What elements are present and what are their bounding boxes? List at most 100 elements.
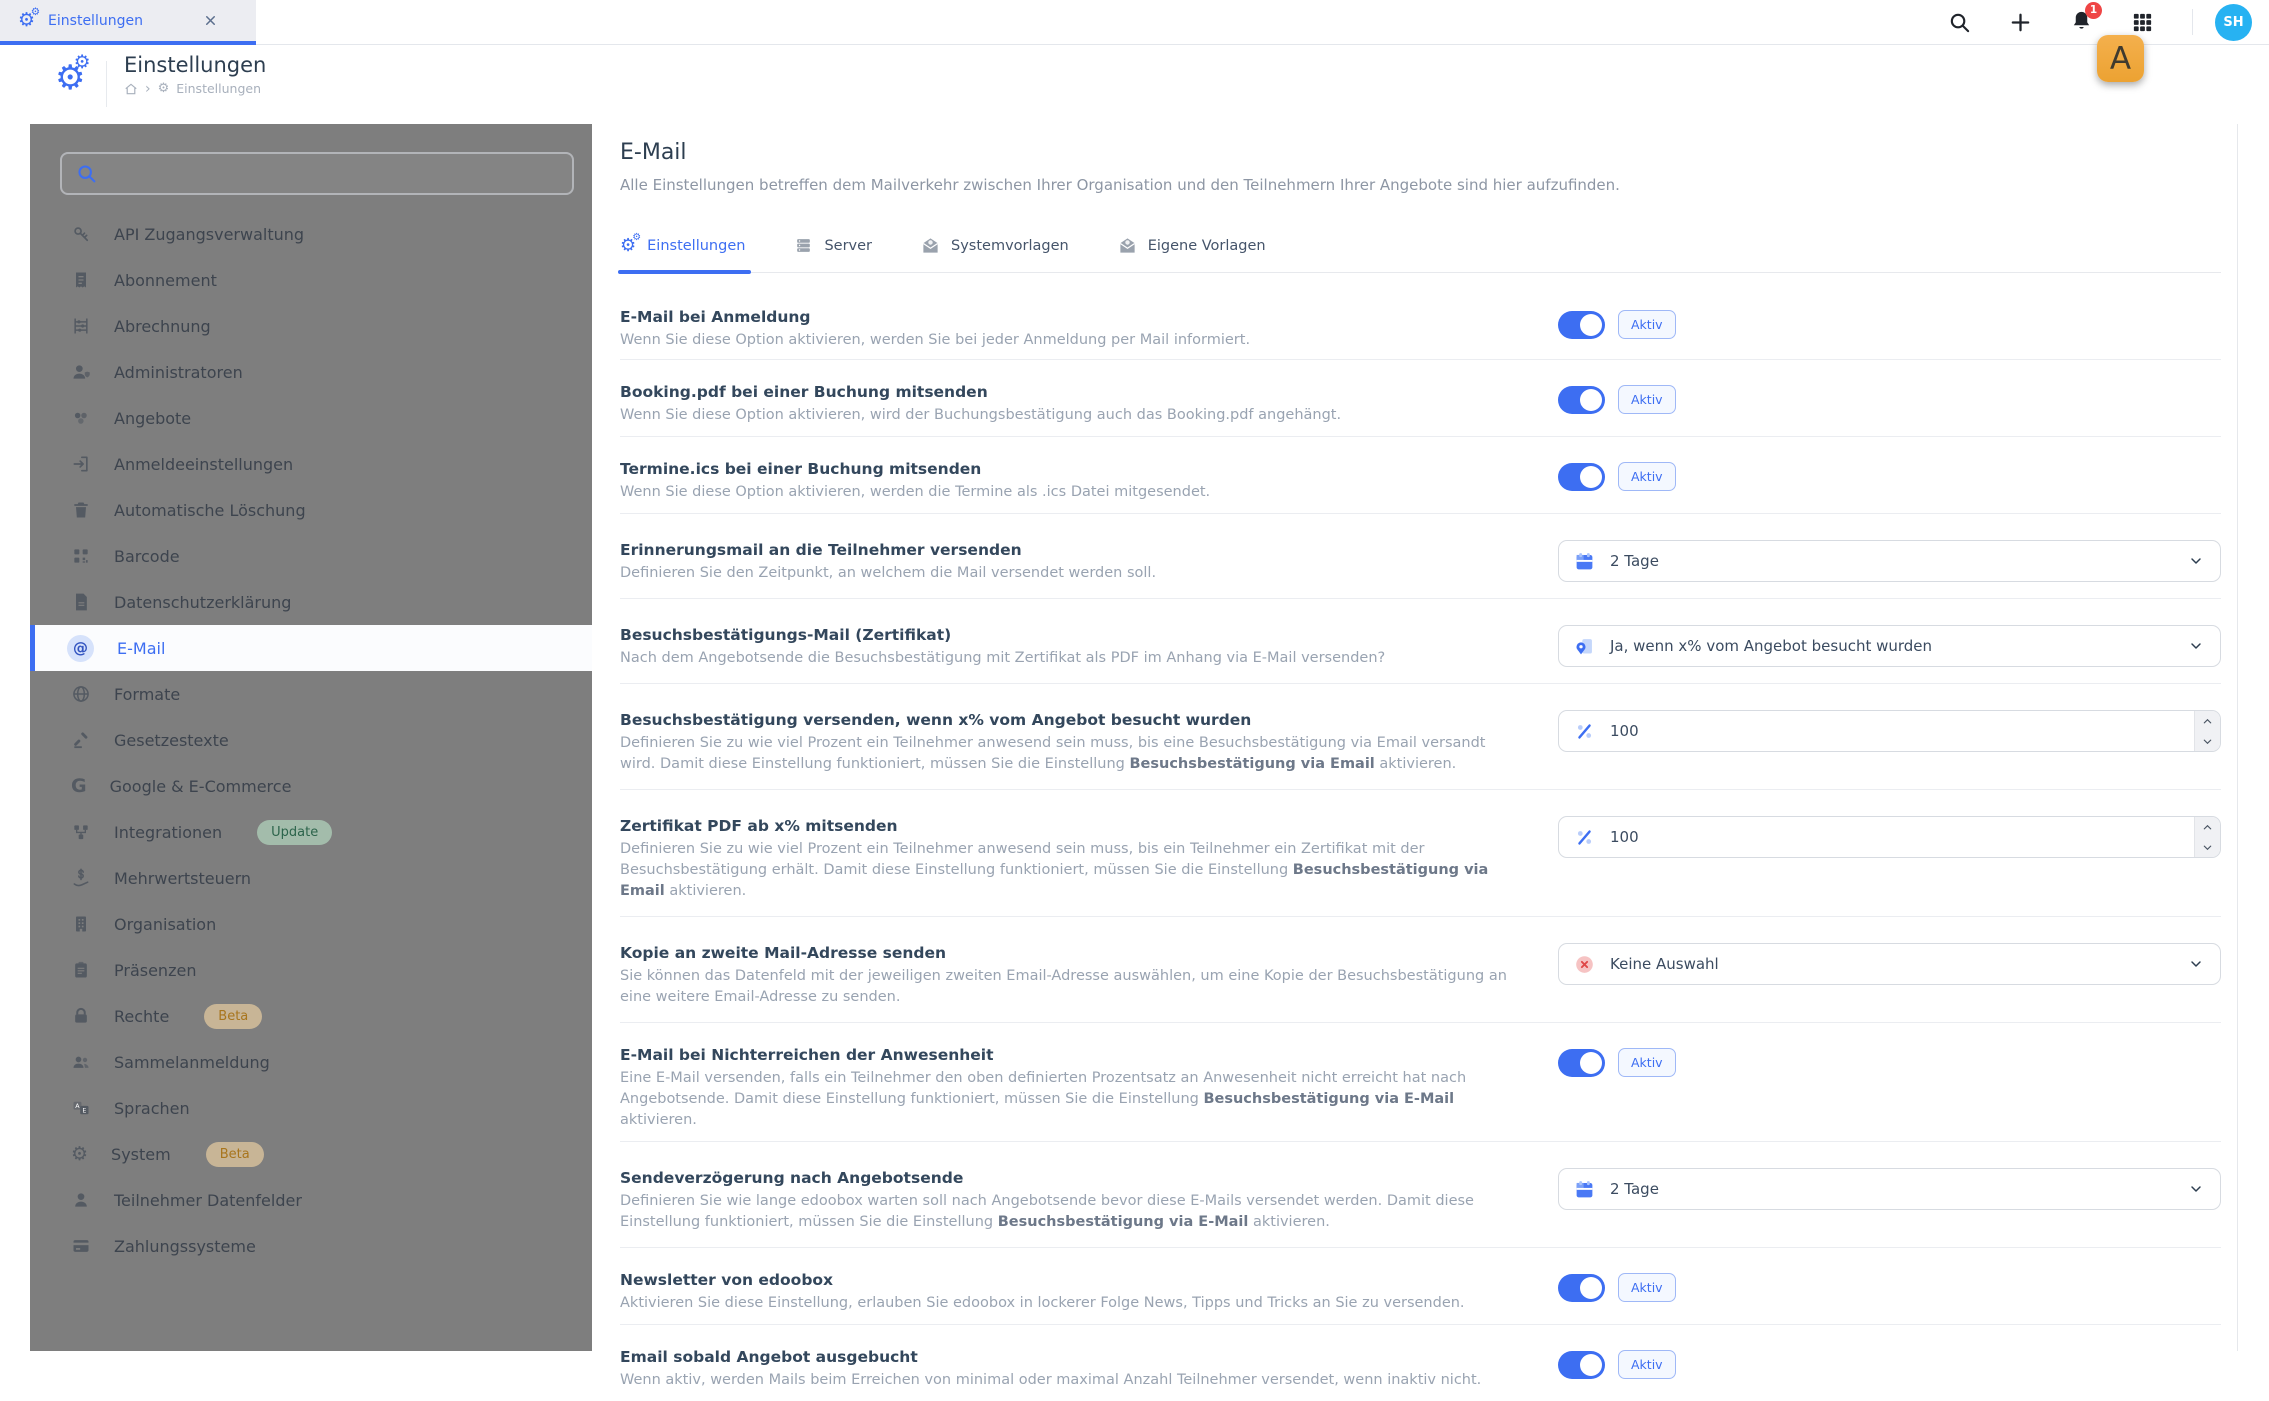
setting-description: Sie können das Datenfeld mit der jeweili… bbox=[620, 968, 1507, 1005]
sidebar-item-formate[interactable]: Formate bbox=[30, 671, 592, 717]
sidebar-item-label: Sprachen bbox=[114, 1098, 190, 1118]
spinner-down[interactable] bbox=[2195, 837, 2220, 857]
tab-server[interactable]: Server bbox=[794, 236, 872, 272]
search-icon[interactable] bbox=[1948, 11, 1971, 34]
setting-title: Booking.pdf bei einer Buchung mitsenden bbox=[620, 383, 988, 401]
close-icon[interactable] bbox=[203, 13, 218, 28]
sidebar-item-mehrwertsteuern[interactable]: Mehrwertsteuern bbox=[30, 855, 592, 901]
setting-title: Newsletter von edoobox bbox=[620, 1271, 834, 1289]
setting-title: E-Mail bei Nichterreichen der Anwesenhei… bbox=[620, 1046, 994, 1064]
badge-update: Update bbox=[257, 819, 333, 845]
calendar-icon bbox=[1574, 551, 1595, 572]
tab-label: Eigene Vorlagen bbox=[1147, 237, 1266, 254]
chevron-down-icon bbox=[2188, 1181, 2204, 1197]
sidebar-item-rechte[interactable]: Rechte Beta bbox=[30, 993, 592, 1039]
toggle-switch[interactable] bbox=[1558, 1048, 1605, 1077]
sidebar-item-system[interactable]: ⚙ System Beta bbox=[30, 1131, 592, 1177]
sidebar-item-label: Integrationen bbox=[114, 822, 223, 842]
sidebar-item-label: Abonnement bbox=[114, 270, 217, 290]
settings-rows: E-Mail bei Anmeldung Wenn Sie diese Optio… bbox=[620, 273, 2221, 1401]
sidebar-item-administratoren[interactable]: Administratoren bbox=[30, 349, 592, 395]
select-value: 2 Tage bbox=[1610, 1180, 1659, 1198]
sidebar-item-datenschutzerklärung[interactable]: Datenschutzerklärung bbox=[30, 579, 592, 625]
apps-grid-icon[interactable] bbox=[2131, 11, 2154, 34]
number-input[interactable]: 100 bbox=[1558, 710, 2221, 752]
header-divider bbox=[106, 61, 107, 107]
tab-eigene-vorlagen[interactable]: Eigene Vorlagen bbox=[1118, 236, 1266, 272]
sidebar-item-teilnehmer-datenfelder[interactable]: Teilnehmer Datenfelder bbox=[30, 1177, 592, 1223]
status-badge: Aktiv bbox=[1618, 1048, 1676, 1077]
sidebar-item-abonnement[interactable]: Abonnement bbox=[30, 257, 592, 303]
tab-label: Einstellungen bbox=[647, 237, 746, 254]
toggle-switch[interactable] bbox=[1558, 385, 1605, 414]
sidebar-item-sprachen[interactable]: A E Sprachen bbox=[30, 1085, 592, 1131]
calendar-icon bbox=[1574, 1179, 1595, 1200]
notifications-icon[interactable]: 1 bbox=[2070, 1, 2102, 36]
plus-icon[interactable] bbox=[2009, 11, 2032, 34]
setting-description: Definieren Sie den Zeitpunkt, an welchem… bbox=[620, 565, 1157, 581]
settings-row: Kopie an zweite Mail-Adresse senden Sie k… bbox=[620, 917, 2221, 1023]
translate-icon: AE bbox=[71, 1098, 91, 1118]
settings-row: Newsletter von edoobox Aktivieren Sie die… bbox=[620, 1248, 2221, 1325]
setting-description: Wenn Sie diese Option aktivieren, werden… bbox=[620, 332, 1251, 348]
toggle-switch[interactable] bbox=[1558, 1273, 1605, 1302]
home-icon[interactable] bbox=[124, 82, 138, 96]
topbar-divider bbox=[2192, 9, 2193, 35]
sidebar-item-barcode[interactable]: Barcode bbox=[30, 533, 592, 579]
toggle-knob bbox=[1580, 1051, 1602, 1074]
sidebar-item-sammelanmeldung[interactable]: Sammelanmeldung bbox=[30, 1039, 592, 1085]
toggle-switch[interactable] bbox=[1558, 310, 1605, 339]
sidebar-item-angebote[interactable]: Angebote bbox=[30, 395, 592, 441]
sidebar-item-google-e-commerce[interactable]: G Google & E-Commerce bbox=[30, 763, 592, 809]
settings-row: E-Mail bei Nichterreichen der Anwesenhei… bbox=[620, 1023, 2221, 1142]
select-field[interactable]: 2 Tage bbox=[1558, 1168, 2221, 1210]
section-description: Alle Einstellungen betreffen dem Mailver… bbox=[620, 176, 1620, 194]
tab-einstellungen[interactable]: ⚙ ⚙ Einstellungen bbox=[617, 231, 752, 274]
sidebar-item-organisation[interactable]: Organisation bbox=[30, 901, 592, 947]
settings-row: Erinnerungsmail an die Teilnehmer versen… bbox=[620, 514, 2221, 599]
gears-icon: ⚙ ⚙ bbox=[620, 231, 642, 256]
spinner-up[interactable] bbox=[2195, 711, 2220, 731]
settings-row: Zertifikat PDF ab x% mitsenden Definieren… bbox=[620, 790, 2221, 917]
cert-icon bbox=[1574, 636, 1595, 657]
sidebar-item-abrechnung[interactable]: Abrechnung bbox=[30, 303, 592, 349]
setting-description: Nach dem Angebotsende die Besuchsbestäti… bbox=[620, 650, 1386, 666]
sidebar-item-label: Datenschutzerklärung bbox=[114, 592, 292, 612]
at-icon: @ bbox=[67, 634, 94, 662]
setting-description: Definieren Sie zu wie viel Prozent ein T… bbox=[620, 735, 1486, 772]
avatar[interactable]: SH bbox=[2215, 3, 2252, 41]
select-value: Keine Auswahl bbox=[1610, 955, 1719, 973]
tab-systemvorlagen[interactable]: Systemvorlagen bbox=[921, 236, 1069, 272]
toggle-switch[interactable] bbox=[1558, 1350, 1605, 1379]
browser-tab-einstellungen[interactable]: ⚙ ⚙ Einstellungen bbox=[0, 0, 256, 45]
sidebar-item-anmeldeeinstellungen[interactable]: Anmeldeeinstellungen bbox=[30, 441, 592, 487]
number-input[interactable]: 100 bbox=[1558, 816, 2221, 858]
sidebar-item-automatische-löschung[interactable]: Automatische Löschung bbox=[30, 487, 592, 533]
sidebar-item-label: Barcode bbox=[114, 546, 180, 566]
sidebar-item-e-mail[interactable]: @ E-Mail bbox=[30, 625, 592, 671]
key-icon bbox=[71, 224, 91, 244]
server-icon bbox=[794, 236, 813, 255]
settings-row: Besuchsbestätigung versenden, wenn x% vo… bbox=[620, 684, 2221, 790]
sidebar-item-zahlungssysteme[interactable]: Zahlungssysteme bbox=[30, 1223, 592, 1269]
section-title: E-Mail bbox=[620, 140, 687, 165]
sidebar-item-api-zugangsverwaltung[interactable]: API Zugangsverwaltung bbox=[30, 211, 592, 257]
sidebar-search[interactable] bbox=[60, 152, 574, 195]
spinner-up[interactable] bbox=[2195, 817, 2220, 837]
svg-text:E: E bbox=[82, 1107, 86, 1114]
mailopen-icon bbox=[921, 236, 940, 255]
spinner bbox=[2194, 817, 2220, 857]
sidebar-item-integrationen[interactable]: Integrationen Update bbox=[30, 809, 592, 855]
toggle-switch[interactable] bbox=[1558, 462, 1605, 491]
sidebar-item-gesetzestexte[interactable]: Gesetzestexte bbox=[30, 717, 592, 763]
settings-row: Booking.pdf bei einer Buchung mitsenden W… bbox=[620, 360, 2221, 437]
sidebar-item-label: Mehrwertsteuern bbox=[114, 868, 252, 888]
setting-title: Zertifikat PDF ab x% mitsenden bbox=[620, 817, 898, 835]
select-field[interactable]: Ja, wenn x% vom Angebot besucht wurden bbox=[1558, 625, 2221, 667]
select-field[interactable]: Keine Auswahl bbox=[1558, 943, 2221, 985]
select-field[interactable]: 2 Tage bbox=[1558, 540, 2221, 582]
sidebar-item-präsenzen[interactable]: Präsenzen bbox=[30, 947, 592, 993]
annotation-marker-a: A bbox=[2097, 35, 2144, 82]
spinner-down[interactable] bbox=[2195, 731, 2220, 751]
search-input[interactable] bbox=[107, 164, 558, 183]
